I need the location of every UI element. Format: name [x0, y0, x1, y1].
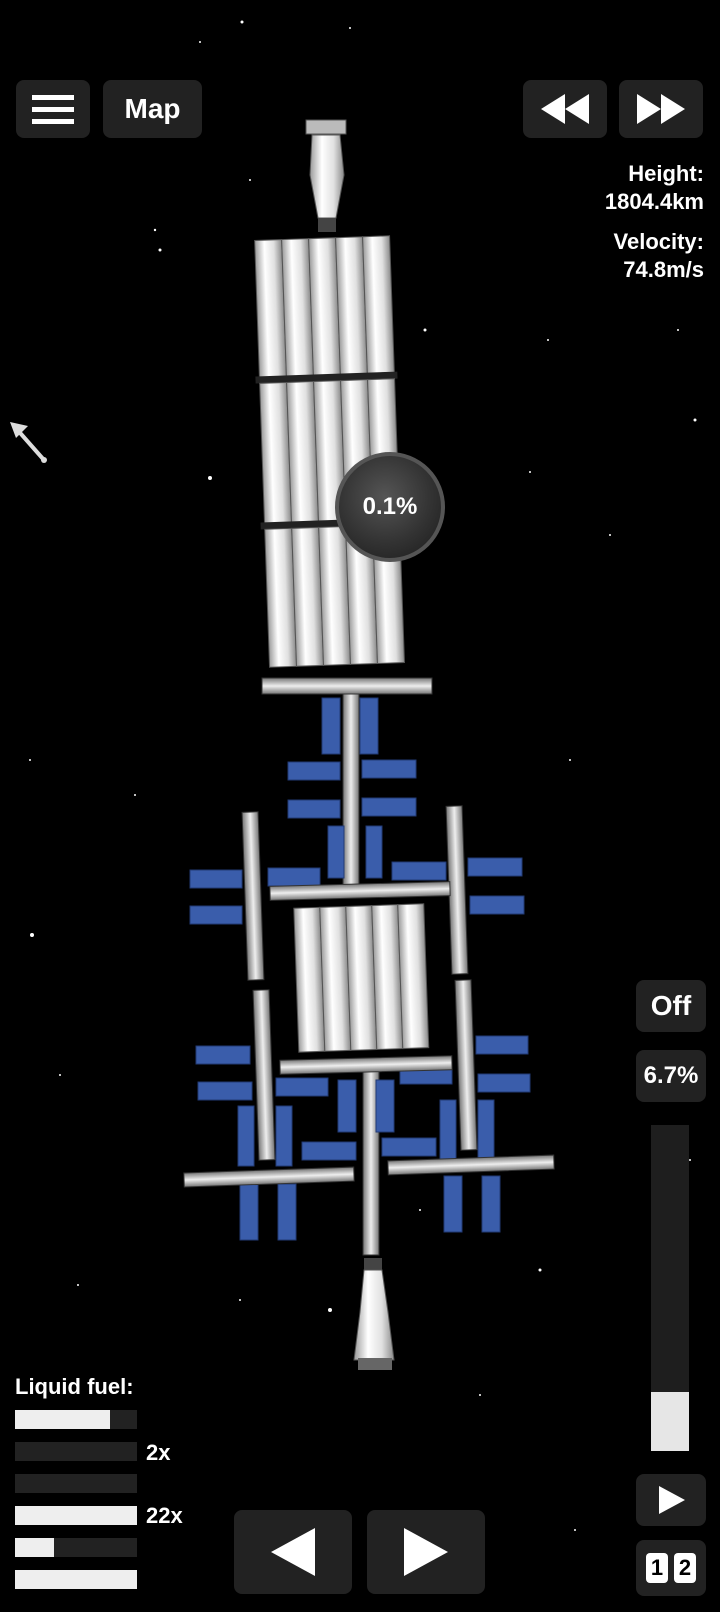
fuel-bar — [15, 1442, 137, 1461]
arrow-right-icon — [404, 1528, 448, 1576]
engine-toggle-button[interactable]: Off — [636, 980, 706, 1032]
truss-top — [261, 677, 433, 695]
stage-digit-2: 2 — [674, 1553, 696, 1583]
height-label: Height: — [628, 161, 704, 186]
fast-forward-button[interactable] — [619, 80, 703, 138]
fuel-title: Liquid fuel: — [15, 1374, 134, 1399]
velocity-label: Velocity: — [613, 229, 704, 254]
fuel-bar — [15, 1410, 137, 1429]
menu-icon — [32, 94, 74, 124]
map-button-label: Map — [124, 93, 181, 124]
spacecraft — [183, 119, 555, 1370]
play-icon — [659, 1486, 685, 1514]
stage-selector[interactable]: 1 2 — [636, 1540, 706, 1596]
velocity-value: 74.8m/s — [623, 257, 704, 282]
engine-toggle-label: Off — [650, 990, 692, 1021]
fuel-bar-fill — [15, 1410, 111, 1429]
throttle-slider[interactable] — [651, 1125, 689, 1451]
arrow-left-icon — [271, 1528, 315, 1576]
fuel-bar — [15, 1474, 137, 1493]
fast-forward-icon — [637, 94, 685, 124]
fuel-bar — [15, 1570, 137, 1589]
stage-digit-1: 1 — [646, 1553, 668, 1583]
progress-circle-text: 0.1% — [362, 493, 418, 520]
play-button[interactable] — [636, 1474, 706, 1526]
progress-circle: 0.1% — [335, 452, 445, 562]
height-value: 1804.4km — [604, 189, 704, 214]
cursor-arrow-icon — [10, 422, 47, 463]
rewind-icon — [541, 94, 589, 124]
fuel-bar-fill — [15, 1506, 137, 1525]
fuel-bar — [15, 1506, 137, 1525]
bottom-engine — [353, 1258, 395, 1370]
top-capsule — [305, 119, 347, 232]
fuel-bar — [15, 1538, 137, 1557]
menu-button[interactable] — [16, 80, 90, 138]
rotate-left-button[interactable] — [234, 1510, 352, 1594]
map-button[interactable]: Map — [103, 80, 202, 138]
rotate-right-button[interactable] — [367, 1510, 485, 1594]
throttle-fill — [651, 1392, 689, 1451]
throttle-percent-label: 6.7% — [643, 1062, 699, 1089]
rewind-button[interactable] — [523, 80, 607, 138]
fuel-multiplier: 22x — [146, 1503, 183, 1528]
throttle-percent: 6.7% — [636, 1050, 706, 1102]
fuel-bar-fill — [15, 1538, 55, 1557]
fuel-multiplier: 2x — [146, 1440, 171, 1465]
fuel-bar-fill — [15, 1570, 137, 1589]
